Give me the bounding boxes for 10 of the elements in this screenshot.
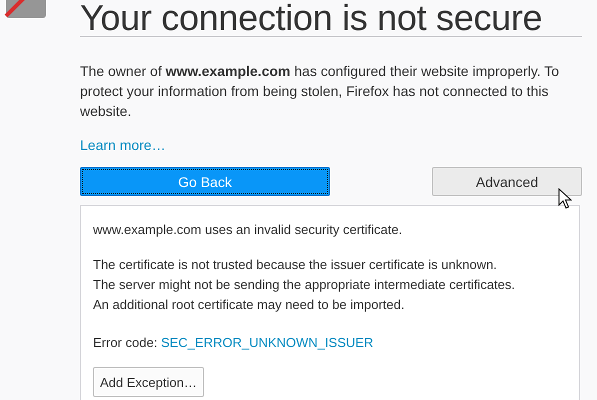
certificate-summary: www.example.com uses an invalid security certificate. [93, 221, 404, 239]
description-text: The owner of www.example.com has configured their website improperly. To protect your information from being stolen, Firefox has not connected to this website. [80, 62, 560, 121]
add-exception-button[interactable]: Add Exception… [93, 367, 204, 397]
page-title: Your connection is not secure [80, 0, 582, 37]
certificate-details: The certificate is not trusted because the issuer certificate is unknown. The server might not be sending the appropriate intermediate certificates. An additional root certificate may need to be imported. [93, 256, 516, 314]
advanced-button[interactable]: Advanced [432, 167, 582, 196]
error-code-link[interactable]: SEC_ERROR_UNKNOWN_ISSUER [160, 335, 374, 350]
learn-more-link[interactable]: Learn more… [80, 137, 166, 153]
go-back-button[interactable]: Go Back [80, 167, 330, 196]
error-code-label: Error code: [93, 335, 158, 350]
